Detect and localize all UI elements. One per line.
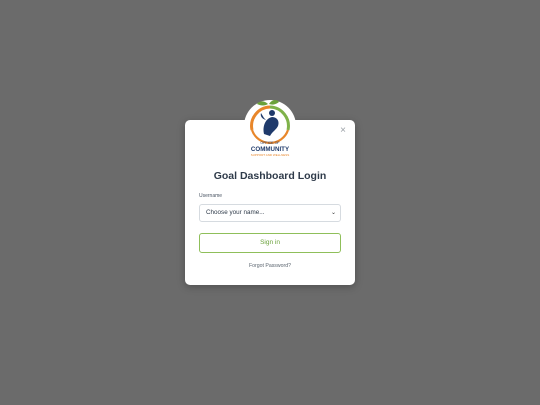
chevron-down-icon: ⌄: [330, 210, 336, 216]
logo-text-line2: COMMUNITY: [251, 146, 290, 153]
modal-title: Goal Dashboard Login: [213, 170, 327, 182]
sign-in-button[interactable]: Sign in: [199, 233, 341, 253]
close-icon[interactable]: ×: [338, 126, 348, 136]
logo-text-line1: OFFICE OF: [260, 141, 280, 145]
forgot-password-link[interactable]: Forgot Password?: [185, 263, 355, 269]
username-select-value: Choose your name...: [206, 209, 265, 216]
logo-text-line3: SUPPORT AND WELLNESS: [251, 153, 290, 157]
username-select[interactable]: Choose your name... ⌄: [199, 204, 341, 222]
username-label: Username: [199, 193, 223, 199]
community-logo-icon: OFFICE OF COMMUNITY SUPPORT AND WELLNESS: [242, 98, 298, 164]
